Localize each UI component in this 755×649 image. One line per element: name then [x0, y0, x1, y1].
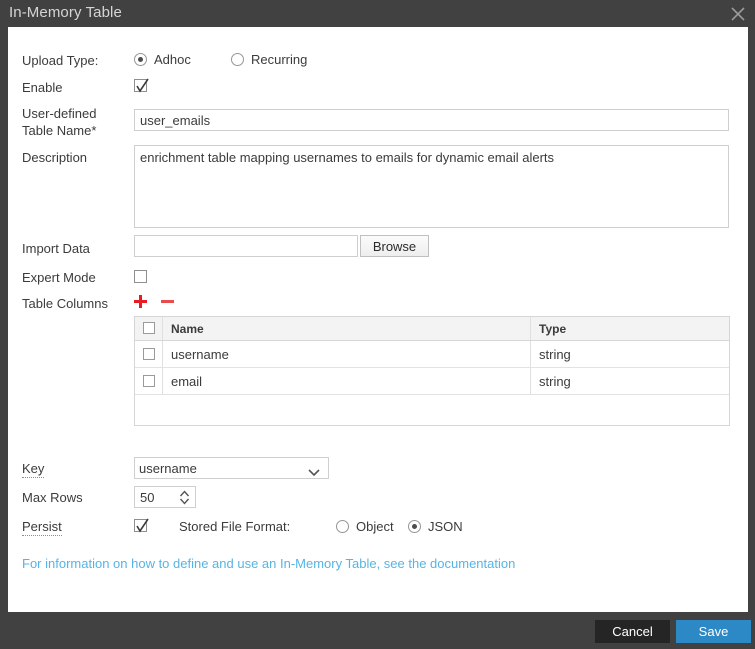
table-header-row: Name Type	[135, 317, 729, 341]
stepper-arrows-icon[interactable]	[179, 490, 190, 510]
table-name-label-line1: User-defined	[22, 106, 96, 121]
key-select[interactable]: username email	[134, 457, 329, 479]
checkbox-row-0[interactable]	[143, 348, 155, 360]
checkbox-select-all[interactable]	[143, 322, 155, 334]
max-rows-stepper[interactable]: 50	[134, 486, 196, 508]
dialog-title: In-Memory Table	[9, 4, 122, 21]
row-cell-name: email	[163, 368, 531, 394]
table-columns-grid: Name Type username string	[134, 316, 730, 426]
radio-upload-type-adhoc-label: Adhoc	[154, 52, 191, 67]
row-cell-select	[135, 368, 163, 394]
table-empty-row	[135, 395, 729, 425]
radio-format-object-label: Object	[356, 519, 394, 534]
enable-label: Enable	[22, 80, 62, 95]
description-textarea[interactable]: enrichment table mapping usernames to em…	[134, 145, 729, 228]
dialog-footer: Cancel Save	[0, 612, 755, 649]
row-cell-name: username	[163, 341, 531, 367]
max-rows-label: Max Rows	[22, 490, 83, 505]
checkbox-expert-mode[interactable]	[134, 270, 147, 283]
table-name-label-line2: Table Name*	[22, 123, 96, 138]
documentation-link[interactable]: For information on how to define and use…	[22, 556, 515, 571]
radio-upload-type-recurring-label: Recurring	[251, 52, 307, 67]
dialog-titlebar: In-Memory Table	[0, 0, 755, 27]
persist-label: Persist	[22, 519, 62, 536]
dialog-body: Upload Type: Adhoc Recurring Enable User…	[8, 27, 748, 612]
table-row[interactable]: email string	[135, 368, 729, 395]
header-cell-type: Type	[531, 317, 729, 340]
row-cell-type: string	[531, 368, 729, 394]
close-icon[interactable]	[727, 2, 749, 24]
import-data-label: Import Data	[22, 241, 90, 256]
row-name-1: email	[171, 374, 202, 389]
checkbox-persist[interactable]	[134, 519, 147, 532]
plus-icon[interactable]	[133, 294, 148, 309]
row-type-1: string	[539, 374, 571, 389]
header-label-name: Name	[171, 322, 204, 336]
row-type-0: string	[539, 347, 571, 362]
header-cell-name: Name	[163, 317, 531, 340]
table-name-input[interactable]	[134, 109, 729, 131]
radio-format-json-label: JSON	[428, 519, 463, 534]
radio-upload-type-recurring[interactable]	[231, 53, 244, 66]
stored-file-format-label: Stored File Format:	[179, 519, 290, 534]
in-memory-table-dialog: In-Memory Table Upload Type: Adhoc Recur…	[0, 0, 755, 649]
expert-mode-label: Expert Mode	[22, 270, 96, 285]
cancel-button[interactable]: Cancel	[595, 620, 670, 643]
radio-upload-type-adhoc[interactable]	[134, 53, 147, 66]
minus-icon[interactable]	[160, 294, 175, 309]
key-label: Key	[22, 461, 44, 478]
radio-format-object[interactable]	[336, 520, 349, 533]
header-cell-select	[135, 317, 163, 340]
checkbox-enable[interactable]	[134, 79, 147, 92]
import-data-input[interactable]	[134, 235, 358, 257]
upload-type-label: Upload Type:	[22, 53, 98, 68]
save-button[interactable]: Save	[676, 620, 751, 643]
row-cell-select	[135, 341, 163, 367]
checkbox-row-1[interactable]	[143, 375, 155, 387]
table-columns-label: Table Columns	[22, 296, 108, 311]
header-label-type: Type	[539, 322, 566, 336]
description-label: Description	[22, 150, 87, 165]
max-rows-value: 50	[140, 490, 154, 505]
browse-button[interactable]: Browse	[360, 235, 429, 257]
row-name-0: username	[171, 347, 229, 362]
table-row[interactable]: username string	[135, 341, 729, 368]
radio-format-json[interactable]	[408, 520, 421, 533]
row-cell-type: string	[531, 341, 729, 367]
